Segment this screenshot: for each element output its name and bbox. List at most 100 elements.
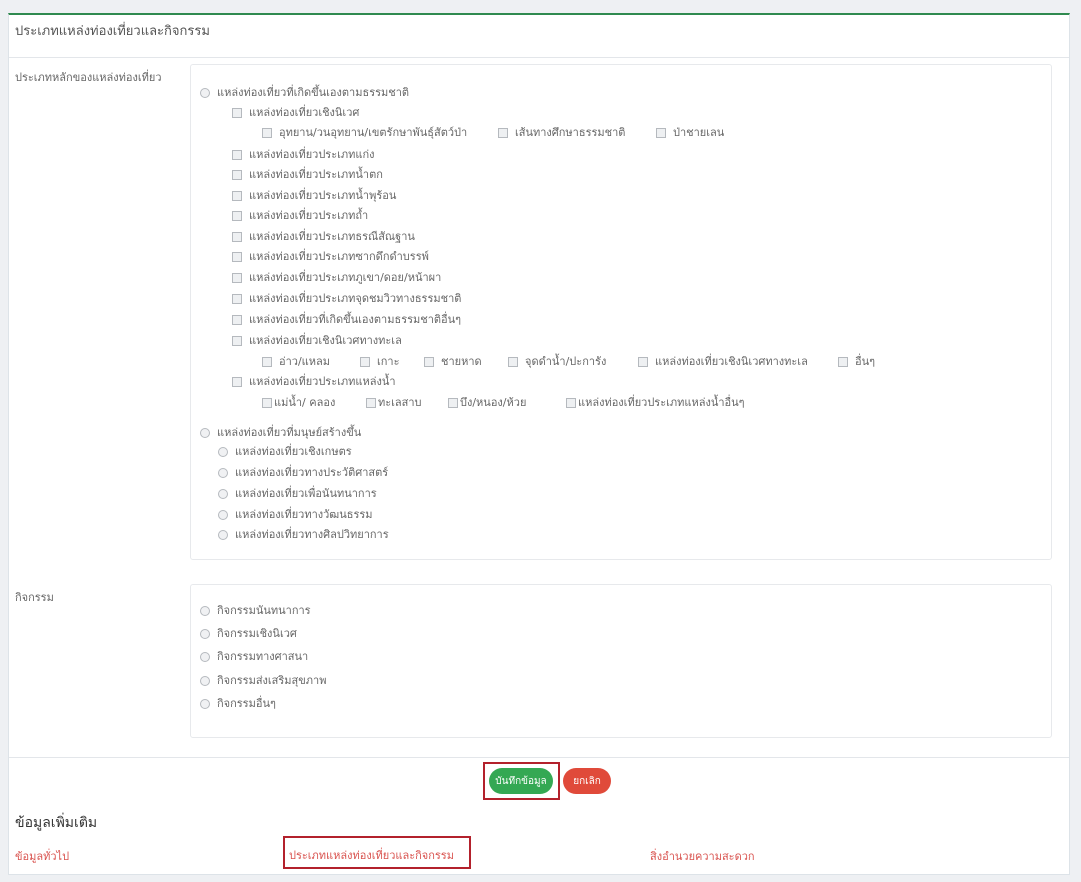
- radio-circle-icon[interactable]: [218, 530, 228, 540]
- checkbox-water-item-label: ทะเลสาบ: [378, 396, 422, 409]
- checkbox-icon[interactable]: [262, 357, 272, 367]
- checkbox-eco-park[interactable]: อุทยาน/วนอุทยาน/เขตรักษาพันธุ์สัตว์ป่า: [262, 126, 467, 140]
- checkbox-water-item[interactable]: ทะเลสาบ: [366, 396, 422, 410]
- checkbox-icon[interactable]: [262, 128, 272, 138]
- checkbox-natural-item[interactable]: แหล่งท่องเที่ยวประเภทภูเขา/ดอย/หน้าผา: [232, 271, 441, 285]
- cancel-button[interactable]: ยกเลิก: [563, 768, 611, 794]
- checkbox-marine-item[interactable]: อ่าว/แหลม: [262, 355, 330, 369]
- radio-activity[interactable]: กิจกรรมเชิงนิเวศ: [200, 627, 297, 641]
- radio-activity[interactable]: กิจกรรมนันทนาการ: [200, 604, 311, 618]
- save-button[interactable]: บันทึกข้อมูล: [489, 768, 553, 794]
- checkbox-icon[interactable]: [232, 150, 242, 160]
- radio-manmade-item[interactable]: แหล่งท่องเที่ยวเชิงเกษตร: [218, 445, 352, 459]
- checkbox-natural-item[interactable]: แหล่งท่องเที่ยวประเภทน้ำพุร้อน: [232, 189, 396, 203]
- checkbox-natural-item[interactable]: แหล่งท่องเที่ยวประเภทถ้ำ: [232, 209, 368, 223]
- checkbox-water-item[interactable]: บึง/หนอง/ห้วย: [448, 396, 526, 410]
- checkbox-eco-mangrove[interactable]: ป่าชายเลน: [656, 126, 724, 140]
- radio-activity[interactable]: กิจกรรมทางศาสนา: [200, 650, 308, 664]
- checkbox-icon[interactable]: [498, 128, 508, 138]
- divider: [9, 57, 1069, 58]
- radio-circle-icon[interactable]: [218, 468, 228, 478]
- checkbox-icon[interactable]: [448, 398, 458, 408]
- checkbox-marine-item[interactable]: จุดดำน้ำ/ปะการัง: [508, 355, 606, 369]
- divider: [9, 757, 1069, 758]
- checkbox-water[interactable]: แหล่งท่องเที่ยวประเภทแหล่งน้ำ: [232, 375, 396, 389]
- radio-manmade-item[interactable]: แหล่งท่องเที่ยวทางประวัติศาสตร์: [218, 466, 388, 480]
- radio-circle-icon[interactable]: [200, 676, 210, 686]
- radio-circle-icon[interactable]: [200, 606, 210, 616]
- radio-activity-label: กิจกรรมส่งเสริมสุขภาพ: [217, 674, 327, 687]
- checkbox-icon[interactable]: [424, 357, 434, 367]
- checkbox-natural-item[interactable]: แหล่งท่องเที่ยวประเภทซากดึกดำบรรพ์: [232, 250, 429, 264]
- checkbox-icon[interactable]: [232, 294, 242, 304]
- radio-circle-icon[interactable]: [200, 629, 210, 639]
- checkbox-icon[interactable]: [838, 357, 848, 367]
- radio-circle-icon[interactable]: [218, 489, 228, 499]
- checkbox-natural-item[interactable]: แหล่งท่องเที่ยวที่เกิดขึ้นเองตามธรรมชาติ…: [232, 313, 461, 327]
- radio-manmade-item-label: แหล่งท่องเที่ยวเพื่อนันทนาการ: [235, 487, 377, 500]
- checkbox-water-label: แหล่งท่องเที่ยวประเภทแหล่งน้ำ: [249, 375, 396, 388]
- checkbox-eco[interactable]: แหล่งท่องเที่ยวเชิงนิเวศ: [232, 106, 359, 120]
- checkbox-icon[interactable]: [232, 336, 242, 346]
- radio-circle-icon[interactable]: [218, 447, 228, 457]
- link-facilities[interactable]: สิ่งอำนวยความสะดวก: [650, 847, 755, 865]
- checkbox-icon[interactable]: [232, 377, 242, 387]
- checkbox-eco-trail[interactable]: เส้นทางศึกษาธรรมชาติ: [498, 126, 625, 140]
- link-tourism-type[interactable]: ประเภทแหล่งท่องเที่ยวและกิจกรรม: [289, 846, 454, 864]
- checkbox-water-item[interactable]: แม่น้ำ/ คลอง: [262, 396, 335, 410]
- radio-activity[interactable]: กิจกรรมอื่นๆ: [200, 697, 276, 711]
- radio-activity[interactable]: กิจกรรมส่งเสริมสุขภาพ: [200, 674, 326, 688]
- checkbox-marine-item[interactable]: อื่นๆ: [838, 355, 875, 369]
- checkbox-marine-item[interactable]: เกาะ: [360, 355, 400, 369]
- activities-box: [190, 584, 1052, 738]
- checkbox-water-item-label: แหล่งท่องเที่ยวประเภทแหล่งน้ำอื่นๆ: [578, 396, 745, 409]
- checkbox-icon[interactable]: [656, 128, 666, 138]
- radio-circle-icon[interactable]: [200, 428, 210, 438]
- radio-manmade-item[interactable]: แหล่งท่องเที่ยวทางศิลปวิทยาการ: [218, 528, 389, 542]
- checkbox-icon[interactable]: [566, 398, 576, 408]
- radio-manmade-item-label: แหล่งท่องเที่ยวทางประวัติศาสตร์: [235, 466, 389, 479]
- checkbox-water-item-label: แม่น้ำ/ คลอง: [274, 396, 336, 409]
- checkbox-icon[interactable]: [232, 108, 242, 118]
- checkbox-marine-label: แหล่งท่องเที่ยวเชิงนิเวศทางทะเล: [249, 334, 402, 347]
- checkbox-icon[interactable]: [232, 252, 242, 262]
- radio-circle-icon[interactable]: [200, 652, 210, 662]
- more-info-title: ข้อมูลเพิ่มเติม: [15, 815, 98, 831]
- radio-activity-label: กิจกรรมเชิงนิเวศ: [217, 627, 297, 640]
- checkbox-icon[interactable]: [232, 211, 242, 221]
- checkbox-marine[interactable]: แหล่งท่องเที่ยวเชิงนิเวศทางทะเล: [232, 334, 402, 348]
- main-type-label: ประเภทหลักของแหล่งท่องเที่ยว: [15, 71, 162, 84]
- checkbox-icon[interactable]: [232, 170, 242, 180]
- checkbox-natural-item[interactable]: แหล่งท่องเที่ยวประเภทธรณีสัณฐาน: [232, 230, 415, 244]
- radio-manmade[interactable]: แหล่งท่องเที่ยวที่มนุษย์สร้างขึ้น: [200, 426, 361, 440]
- radio-circle-icon[interactable]: [200, 699, 210, 709]
- checkbox-natural-item-label: แหล่งท่องเที่ยวประเภทซากดึกดำบรรพ์: [249, 250, 429, 263]
- radio-manmade-item[interactable]: แหล่งท่องเที่ยวทางวัฒนธรรม: [218, 508, 373, 522]
- checkbox-natural-item[interactable]: แหล่งท่องเที่ยวประเภทแก่ง: [232, 148, 375, 162]
- activities-label: กิจกรรม: [15, 591, 54, 604]
- checkbox-icon[interactable]: [366, 398, 376, 408]
- checkbox-icon[interactable]: [262, 398, 272, 408]
- checkbox-marine-item-label: อื่นๆ: [855, 355, 876, 368]
- radio-activity-label: กิจกรรมนันทนาการ: [217, 604, 311, 617]
- radio-manmade-item[interactable]: แหล่งท่องเที่ยวเพื่อนันทนาการ: [218, 487, 377, 501]
- radio-natural[interactable]: แหล่งท่องเที่ยวที่เกิดขึ้นเองตามธรรมชาติ: [200, 86, 409, 100]
- checkbox-icon[interactable]: [232, 315, 242, 325]
- checkbox-icon[interactable]: [360, 357, 370, 367]
- checkbox-icon[interactable]: [232, 191, 242, 201]
- checkbox-icon[interactable]: [638, 357, 648, 367]
- checkbox-marine-item[interactable]: ชายหาด: [424, 355, 482, 369]
- checkbox-natural-item[interactable]: แหล่งท่องเที่ยวประเภทจุดชมวิวทางธรรมชาติ: [232, 292, 461, 306]
- checkbox-icon[interactable]: [232, 273, 242, 283]
- checkbox-icon[interactable]: [508, 357, 518, 367]
- checkbox-water-item[interactable]: แหล่งท่องเที่ยวประเภทแหล่งน้ำอื่นๆ: [566, 396, 745, 410]
- radio-circle-icon[interactable]: [218, 510, 228, 520]
- checkbox-natural-item[interactable]: แหล่งท่องเที่ยวประเภทน้ำตก: [232, 168, 383, 182]
- radio-circle-icon[interactable]: [200, 88, 210, 98]
- link-general-info[interactable]: ข้อมูลทั่วไป: [15, 847, 69, 865]
- checkbox-marine-item[interactable]: แหล่งท่องเที่ยวเชิงนิเวศทางทะเล: [638, 355, 808, 369]
- checkbox-natural-item-label: แหล่งท่องเที่ยวประเภทถ้ำ: [249, 209, 369, 222]
- checkbox-natural-item-label: แหล่งท่องเที่ยวประเภทภูเขา/ดอย/หน้าผา: [249, 271, 442, 284]
- checkbox-icon[interactable]: [232, 232, 242, 242]
- checkbox-natural-item-label: แหล่งท่องเที่ยวประเภทน้ำตก: [249, 168, 383, 181]
